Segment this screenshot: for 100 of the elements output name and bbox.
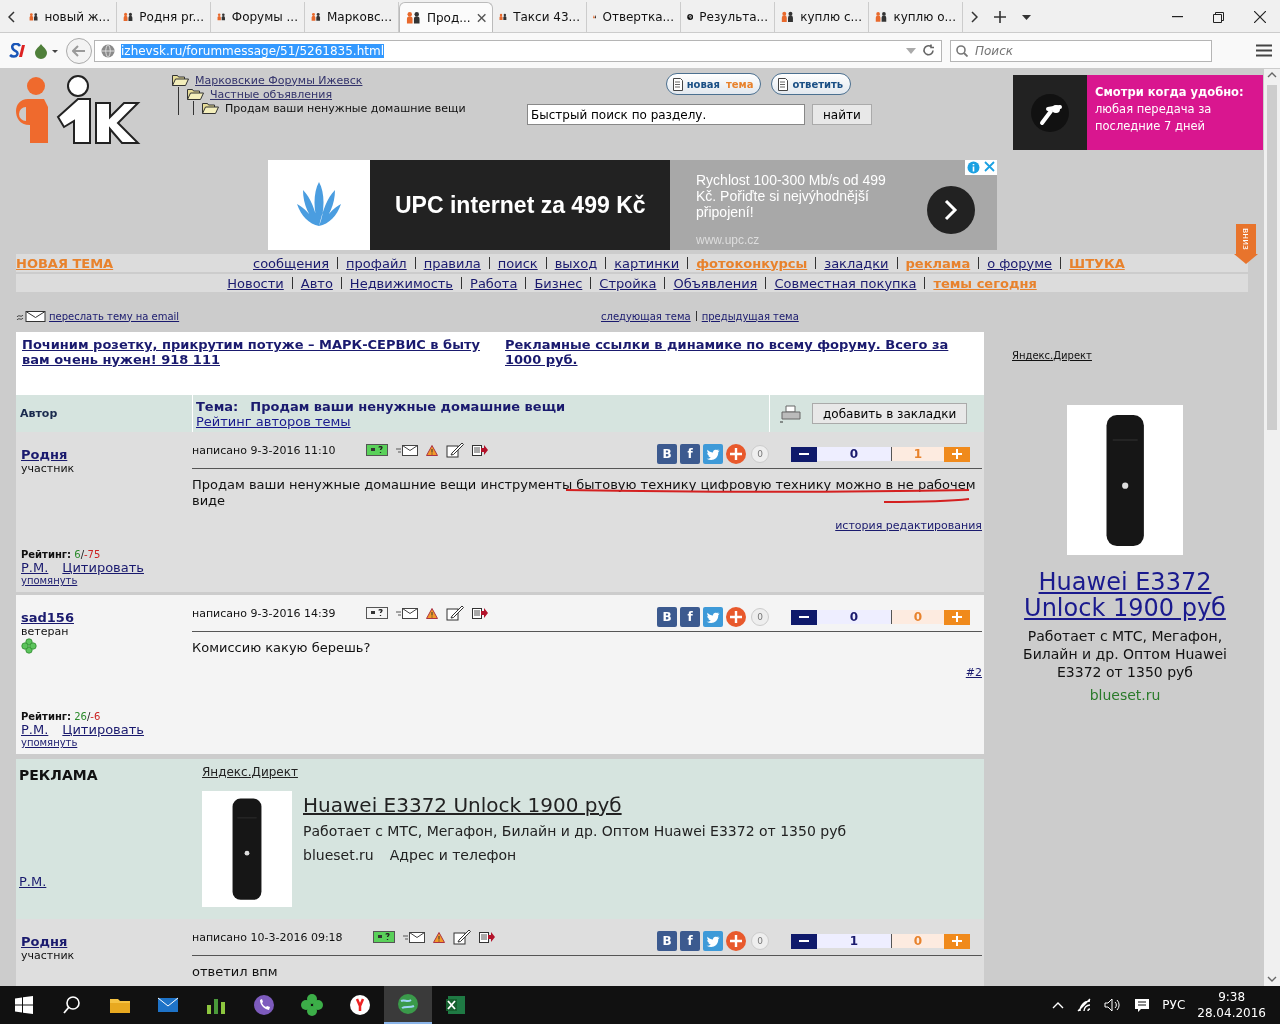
close-icon[interactable] (476, 12, 486, 23)
breadcrumb-link[interactable]: Частные объявления (210, 87, 333, 101)
scroll-up-icon[interactable] (1267, 72, 1277, 78)
edit-icon[interactable] (445, 605, 464, 621)
authors-rating-link[interactable]: Рейтинг авторов темы (196, 413, 351, 429)
email-link[interactable]: переслать тему на email (49, 310, 180, 322)
logo-icon[interactable] (8, 42, 26, 59)
private-message-link[interactable]: Р.М. (21, 722, 49, 737)
message-icon[interactable] (402, 931, 425, 943)
mention-link[interactable]: упомянуть (21, 575, 187, 586)
warning-icon[interactable] (432, 931, 445, 943)
nav-link[interactable]: о форуме (987, 255, 1053, 271)
vote-down-button[interactable] (791, 933, 817, 949)
nav-link[interactable]: сообщения (253, 255, 330, 271)
notification-icon[interactable] (1134, 997, 1151, 1013)
nav-link[interactable]: Недвижимость (349, 275, 454, 291)
vote-down-button[interactable] (791, 609, 817, 625)
next-button[interactable] (927, 186, 975, 234)
ad-contact-link[interactable]: Адрес и телефон (389, 847, 517, 863)
ad-source-link[interactable]: Яндекс.Директ (202, 765, 298, 779)
browser-tab[interactable]: Форумы ... (211, 2, 305, 32)
bird-share-button[interactable] (703, 607, 723, 627)
nav-link[interactable]: Работа (470, 275, 518, 291)
scroll-left-icon[interactable] (8, 11, 15, 23)
language-indicator[interactable]: РУС (1162, 998, 1186, 1012)
reload-icon[interactable] (922, 44, 935, 57)
author-link[interactable]: Родня (21, 934, 187, 949)
info-icon[interactable] (967, 161, 980, 174)
edit-icon[interactable] (445, 442, 464, 458)
browser-tab[interactable]: Такси 43... (493, 2, 587, 32)
caret-icon[interactable] (1022, 14, 1031, 20)
scroll-down-icon[interactable] (1267, 976, 1277, 982)
browser-tab[interactable]: Отвертка... (587, 2, 681, 32)
post-link[interactable]: история редактирования (835, 519, 982, 532)
ad-link[interactable]: Рекламные ссылки в динамике по всему форуму. Всего за 1000 руб. (505, 337, 965, 367)
ad-banner[interactable]: Смотри когда удобно: любая передача за последние 7 дней (1013, 75, 1263, 150)
next-topic-link[interactable]: следующая тема (601, 310, 691, 322)
share-button[interactable]: В (657, 931, 677, 951)
site-logo[interactable] (16, 73, 142, 145)
menu-icon[interactable] (1256, 44, 1272, 57)
message-icon[interactable] (395, 444, 418, 456)
chevron-up-icon[interactable] (1052, 1001, 1065, 1009)
nav-link[interactable]: Объявления (673, 275, 758, 291)
browser-tab[interactable]: Результа... (681, 2, 775, 32)
share-button[interactable]: В (657, 607, 677, 627)
minimize-icon[interactable] (1172, 16, 1183, 18)
ad-domain[interactable]: blueset.ru (303, 847, 374, 863)
mention-link[interactable]: упомянуть (21, 737, 187, 748)
bird-share-button[interactable] (703, 931, 723, 951)
private-message-link[interactable]: Р.М. (21, 560, 49, 575)
nav-link[interactable]: поиск (497, 255, 538, 271)
quick-search-field[interactable]: Быстрый поиск по разделу. (527, 104, 805, 125)
nav-link[interactable]: Бизнес (534, 275, 583, 291)
share-button[interactable]: В (657, 444, 677, 464)
forum-button[interactable]: ответить (771, 73, 852, 95)
vote-down-button[interactable] (791, 446, 817, 462)
restore-icon[interactable] (1213, 11, 1224, 23)
onion-icon[interactable] (34, 42, 58, 59)
author-link[interactable]: Родня (21, 447, 187, 462)
forum-button[interactable]: новая тема (665, 73, 762, 95)
forward-icon[interactable] (471, 444, 488, 456)
nav-link[interactable]: закладки (824, 255, 889, 271)
nav-link[interactable]: Стройка (599, 275, 657, 291)
browser-tab[interactable]: куплю с... (775, 2, 869, 32)
breadcrumb-link[interactable]: Марковские Форумы Ижевск (195, 73, 363, 87)
nav-link[interactable]: Новости (227, 275, 284, 291)
printer-icon[interactable] (780, 404, 802, 423)
wifi-icon[interactable] (1076, 998, 1093, 1012)
plus-circle-icon[interactable] (726, 607, 746, 627)
previous-topic-link[interactable]: предыдущая тема (701, 310, 799, 322)
ad-link[interactable]: Починим розетку, прикрутим потуже – МАРК-СЕРВИС в быту вам очень нужен! 918 111 (22, 337, 482, 367)
nav-link[interactable]: выход (554, 255, 598, 271)
forward-icon[interactable] (471, 607, 488, 619)
new-tab-icon[interactable] (994, 11, 1006, 23)
quote-link[interactable]: Цитировать (62, 560, 144, 575)
nav-link[interactable]: картинки (614, 255, 680, 271)
share-button[interactable]: f (680, 931, 700, 951)
ad-title-link[interactable]: Huawei E3372 Unlock 1900 руб (1002, 569, 1248, 621)
post-link[interactable]: #2 (965, 666, 982, 679)
edit-icon[interactable] (452, 929, 471, 945)
taskbar-app[interactable] (384, 986, 432, 1024)
find-button[interactable]: найти (812, 104, 872, 125)
private-message-link[interactable]: Р.М. (19, 874, 199, 889)
quote-link[interactable]: Цитировать (62, 722, 144, 737)
forward-icon[interactable] (478, 931, 495, 943)
scrollbar-thumb[interactable] (1267, 85, 1277, 430)
search-field[interactable]: Поиск (950, 39, 1212, 62)
close-icon[interactable] (1254, 11, 1266, 23)
bird-share-button[interactable] (703, 444, 723, 464)
scroll-right-icon[interactable] (971, 11, 978, 23)
ad-title-link[interactable]: Huawei E3372 Unlock 1900 руб (303, 793, 847, 817)
browser-tab[interactable]: Родня pr... (117, 2, 211, 32)
nav-link[interactable]: профайл (346, 255, 407, 271)
author-link[interactable]: sad156 (21, 610, 187, 625)
back-button[interactable] (66, 37, 92, 64)
browser-tab[interactable]: куплю о... (869, 2, 963, 32)
warning-icon[interactable] (425, 607, 438, 619)
plus-circle-icon[interactable] (726, 444, 746, 464)
share-button[interactable]: f (680, 607, 700, 627)
bookmark-button[interactable]: добавить в закладки (812, 403, 968, 424)
